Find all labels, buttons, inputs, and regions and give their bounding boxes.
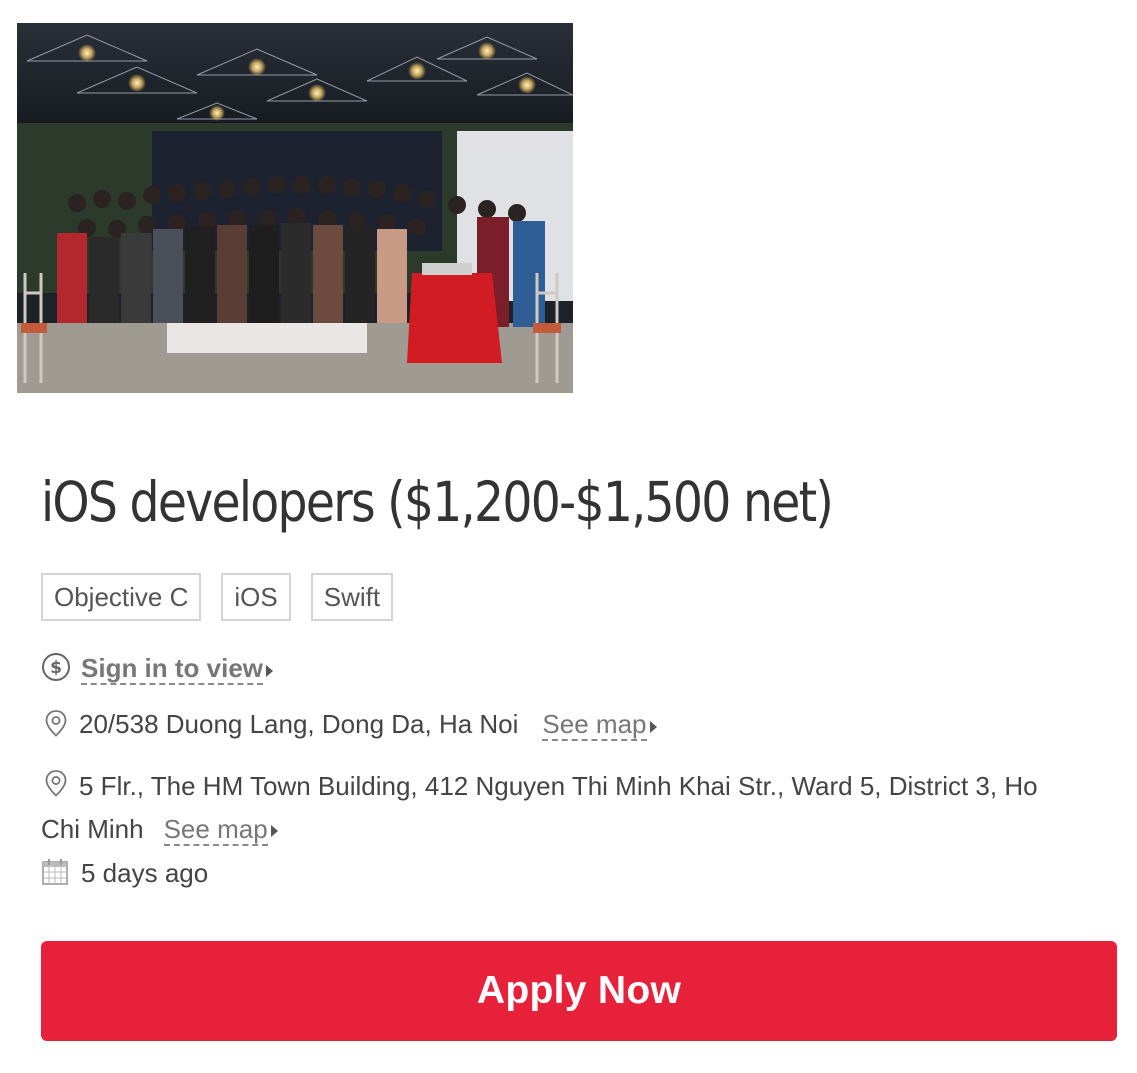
sign-in-label: Sign in to view [81, 653, 264, 684]
calendar-icon [41, 858, 69, 893]
job-detail-page: iOS developers ($1,200-$1,500 net) Objec… [0, 0, 1137, 1073]
posted-date-row: 5 days ago [41, 858, 208, 893]
skill-tag[interactable]: Objective C [41, 573, 202, 621]
job-title: iOS developers ($1,200-$1,500 net) [41, 470, 834, 534]
skill-tag[interactable]: iOS [221, 573, 291, 621]
skill-tags: Objective C iOS Swift [41, 573, 394, 621]
posted-date: 5 days ago [81, 858, 209, 889]
company-cover-photo [17, 23, 573, 393]
salary-row: $ Sign in to view [41, 652, 274, 689]
see-map-link[interactable]: See map [163, 813, 268, 846]
dollar-circle-icon: $ [41, 652, 71, 689]
caret-right-icon [266, 664, 274, 677]
caret-right-icon [270, 824, 278, 837]
skill-tag[interactable]: Swift [310, 573, 394, 621]
location-row: 5 Flr., The HM Town Building, 412 Nguyen… [41, 766, 1081, 849]
see-map-label: See map [163, 813, 268, 844]
map-pin-icon [41, 708, 71, 745]
caret-right-icon [649, 720, 657, 733]
apply-now-button[interactable]: Apply Now [41, 941, 1117, 1041]
see-map-link[interactable]: See map [542, 709, 647, 742]
see-map-label: See map [542, 709, 647, 740]
location-address: 20/538 Duong Lang, Dong Da, Ha Noi [79, 709, 519, 740]
sign-in-to-view-link[interactable]: Sign in to view [81, 653, 264, 686]
location-row: 20/538 Duong Lang, Dong Da, Ha Noi See ma… [41, 708, 657, 745]
svg-text:$: $ [50, 658, 62, 678]
map-pin-icon [41, 768, 71, 809]
